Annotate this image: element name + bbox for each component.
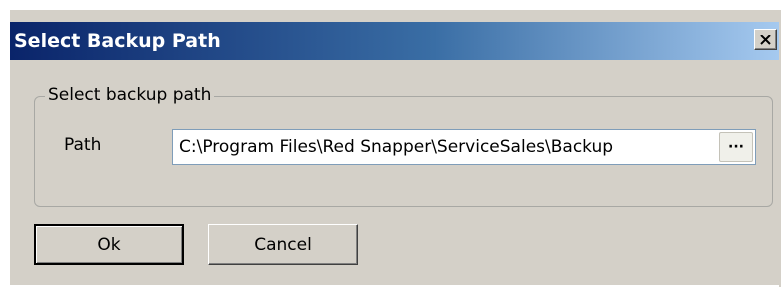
groupbox-legend: Select backup path	[45, 85, 215, 105]
browse-button[interactable]: ···	[719, 132, 753, 162]
path-label: Path	[64, 135, 102, 155]
dialog-title: Select Backup Path	[14, 30, 221, 52]
dialog-window: Select Backup Path Select backup path Pa…	[8, 8, 781, 287]
close-x-icon	[760, 34, 771, 45]
title-bar[interactable]: Select Backup Path	[10, 22, 781, 60]
cancel-button[interactable]: Cancel	[208, 224, 358, 265]
path-input[interactable]	[175, 132, 707, 162]
ok-button[interactable]: Ok	[34, 224, 184, 265]
backup-path-groupbox: Select backup path Path ···	[34, 85, 773, 207]
ellipsis-icon: ···	[728, 139, 744, 155]
path-field[interactable]: ···	[172, 129, 756, 165]
close-button[interactable]	[754, 29, 777, 50]
